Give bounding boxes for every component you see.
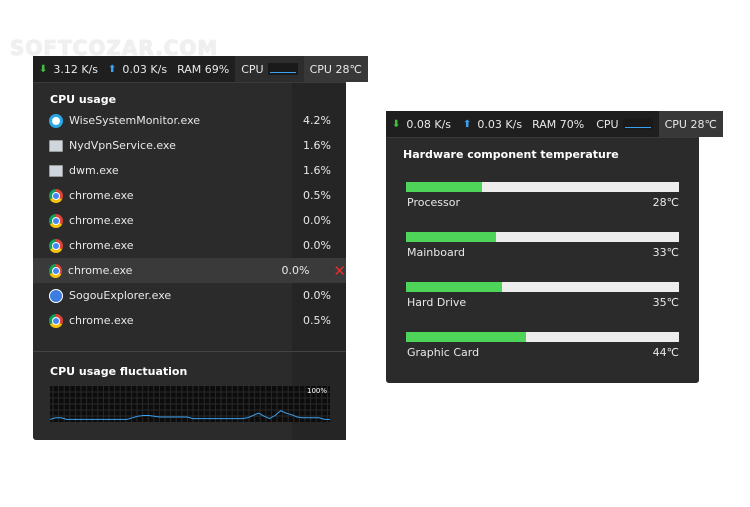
temperature-bar [406, 332, 679, 342]
window-icon [49, 139, 63, 152]
upload-arrow-icon: ⬆ [463, 118, 472, 130]
chrome-icon [49, 313, 63, 328]
process-name: dwm.exe [69, 164, 119, 177]
process-row[interactable]: NydVpnService.exe 1.6% [33, 133, 346, 158]
ram-usage[interactable]: RAM 69% [177, 63, 229, 76]
cpu-temp: CPU 28℃ [309, 62, 362, 76]
cpu-label: CPU [241, 62, 264, 76]
upload-speed: 0.03 K/s [477, 117, 523, 131]
process-cpu: 0.0% [303, 214, 331, 227]
toolbar: ⬇ 3.12 K/s ⬆ 0.03 K/s RAM 69% CPU CPU 28… [33, 56, 368, 83]
chrome-icon [49, 238, 63, 253]
download-arrow-icon: ⬇ [392, 118, 401, 130]
process-row[interactable]: WiseSystemMonitor.exe 4.2% [33, 108, 346, 133]
component-name: Mainboard [407, 246, 466, 259]
process-cpu: 0.0% [281, 264, 310, 277]
download-arrow-icon: ⬇ [39, 63, 48, 75]
window-icon [49, 164, 63, 177]
temperature-fill [406, 332, 527, 342]
sogou-icon [49, 288, 63, 303]
wise-icon [49, 113, 63, 128]
temperature-fill [406, 282, 502, 292]
chrome-icon [49, 263, 62, 278]
download-speed: 0.08 K/s [406, 117, 452, 131]
temperature-bar [406, 232, 679, 242]
temperature-bar [406, 282, 679, 292]
chrome-icon [49, 188, 63, 203]
process-row[interactable]: chrome.exe 0.0% [33, 208, 346, 233]
process-row[interactable]: chrome.exe 0.0% [33, 233, 346, 258]
cpu-usage-panel: ⬇ 3.12 K/s ⬆ 0.03 K/s RAM 69% CPU CPU 28… [33, 56, 368, 440]
component-temp: 28℃ [652, 196, 679, 209]
component-temp: 44℃ [652, 346, 679, 359]
process-name: chrome.exe [69, 314, 134, 327]
temperature-fill [406, 232, 497, 242]
process-cpu: 0.5% [303, 314, 331, 327]
process-cpu: 0.0% [303, 239, 331, 252]
process-cpu: 1.6% [303, 139, 331, 152]
process-name: SogouExplorer.exe [69, 289, 172, 302]
process-name: chrome.exe [67, 264, 133, 277]
section-title: Hardware component temperature [403, 148, 619, 161]
cpu-usage-button[interactable]: CPU [235, 56, 304, 82]
cpu-temp-button[interactable]: CPU 28℃ [658, 111, 723, 137]
cpu-usage-button[interactable]: CPU [590, 111, 659, 137]
temperature-panel: ⬇ 0.08 K/s ⬆ 0.03 K/s RAM 70% CPU CPU 28… [386, 111, 723, 383]
process-name: chrome.exe [69, 239, 134, 252]
component-row: Mainboard 33℃ [407, 246, 679, 259]
cpu-sparkline [267, 63, 298, 75]
upload-speed: 0.03 K/s [122, 62, 168, 76]
upload-arrow-icon: ⬆ [108, 63, 117, 75]
process-row[interactable]: dwm.exe 1.6% [33, 158, 346, 183]
process-name: chrome.exe [69, 214, 134, 227]
download-speed: 3.12 K/s [53, 62, 99, 76]
process-cpu: 0.5% [303, 189, 331, 202]
chrome-icon [49, 213, 63, 228]
component-name: Hard Drive [407, 296, 467, 309]
process-name: WiseSystemMonitor.exe [69, 114, 201, 127]
component-name: Processor [407, 196, 460, 209]
cpu-sparkline [622, 118, 653, 130]
process-name: NydVpnService.exe [69, 139, 176, 152]
temperature-fill [406, 182, 483, 192]
component-temp: 35℃ [652, 296, 679, 309]
process-row[interactable]: chrome.exe 0.5% [33, 183, 346, 208]
toolbar: ⬇ 0.08 K/s ⬆ 0.03 K/s RAM 70% CPU CPU 28… [386, 111, 723, 138]
cpu-temp: CPU 28℃ [664, 117, 717, 131]
component-row: Graphic Card 44℃ [407, 346, 679, 359]
ram-usage[interactable]: RAM 70% [532, 118, 584, 131]
component-temp: 33℃ [652, 246, 679, 259]
close-icon[interactable]: ✕ [333, 262, 346, 280]
cpu-label: CPU [596, 117, 619, 131]
component-name: Graphic Card [407, 346, 480, 359]
process-cpu: 0.0% [303, 289, 331, 302]
component-row: Hard Drive 35℃ [407, 296, 679, 309]
cpu-fluctuation-chart: 100% [50, 386, 330, 422]
section-title: CPU usage [50, 93, 117, 106]
divider [33, 351, 346, 352]
process-cpu: 4.2% [303, 114, 331, 127]
component-row: Processor 28℃ [407, 196, 679, 209]
fluctuation-title: CPU usage fluctuation [50, 365, 188, 378]
process-name: chrome.exe [69, 189, 134, 202]
temperature-bar [406, 182, 679, 192]
process-row[interactable]: chrome.exe 0.5% [33, 308, 346, 333]
max-label: 100% [306, 387, 327, 395]
cpu-temp-button[interactable]: CPU 28℃ [303, 56, 368, 82]
process-cpu: 1.6% [303, 164, 331, 177]
process-row[interactable]: SogouExplorer.exe 0.0% [33, 283, 346, 308]
process-row[interactable]: chrome.exe 0.0% ✕ [33, 258, 346, 283]
